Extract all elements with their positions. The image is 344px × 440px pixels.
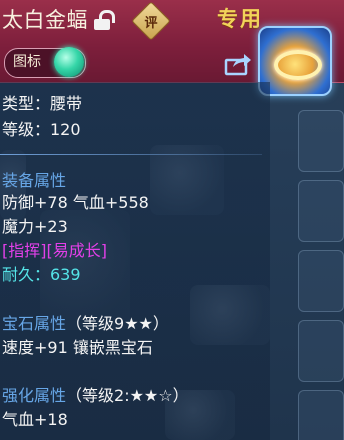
unlock-icon[interactable] (94, 10, 115, 30)
review-badge-label: 评 (144, 15, 158, 31)
background-slot (298, 390, 344, 440)
enhance-section: 强化属性（等级2:★★☆） (2, 386, 189, 406)
equipment-stats-line: 防御+78 气血+558 (2, 193, 149, 212)
exclusive-label: 专用 (217, 7, 263, 31)
icon-toggle[interactable]: 图标 (4, 47, 86, 78)
divider (0, 154, 262, 155)
item-detail-panel: 类型：腰带 等级：120 装备属性 防御+78 气血+558 魔力+23 [指挥… (0, 82, 270, 440)
review-badge-icon[interactable]: 评 (131, 1, 171, 41)
enhance-detail: （等级2:★★☆） (66, 386, 189, 405)
item-level: 等级：120 (2, 120, 81, 139)
background-slot (298, 110, 344, 172)
tooltip-header: 太白金蝠 评 专用 图标 (0, 0, 344, 96)
enhance-heading: 强化属性 (2, 386, 67, 405)
equipment-heading: 装备属性 (2, 171, 67, 190)
toggle-knob[interactable] (54, 47, 84, 77)
gem-stats-line: 速度+91 镶嵌黑宝石 (2, 338, 153, 357)
enhance-stats-line: 气血+18 (2, 410, 68, 429)
special-attributes: [指挥][易成长] (2, 241, 107, 260)
icon-toggle-label: 图标 (13, 54, 41, 70)
background-slot (298, 180, 344, 242)
gem-detail: （等级9★★） (66, 314, 169, 333)
item-type: 类型：腰带 (2, 94, 83, 113)
background-slot (298, 320, 344, 382)
gem-section: 宝石属性（等级9★★） (2, 314, 169, 334)
item-name: 太白金蝠 (2, 8, 88, 32)
equipment-stats-line: 魔力+23 (2, 217, 68, 236)
gem-heading: 宝石属性 (2, 314, 67, 333)
share-icon[interactable] (224, 52, 252, 76)
background-slot (298, 250, 344, 312)
durability: 耐久：639 (2, 265, 81, 284)
